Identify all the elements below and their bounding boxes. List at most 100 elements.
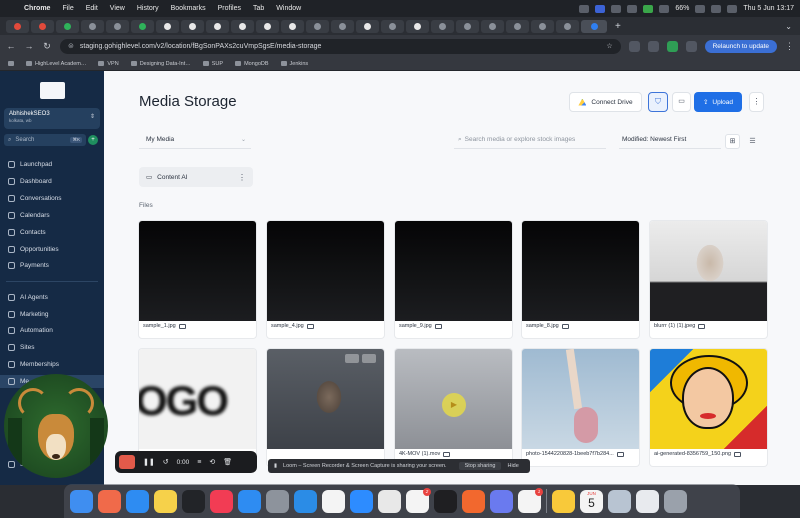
sidebar-search[interactable]: ⌕ Search ⌘K (4, 134, 86, 146)
browser-menu-icon[interactable]: ⋮ (785, 41, 794, 52)
sidebar-item-automation[interactable]: Automation (8, 327, 53, 334)
reminders-icon[interactable]: 1 (518, 487, 543, 513)
new-tab-button[interactable]: + (609, 21, 627, 32)
extension-icon[interactable] (666, 40, 678, 52)
media-file-card[interactable]: sample_1.jpg (139, 221, 256, 338)
media-file-card[interactable]: ai-generated-8356759_150.png (650, 349, 767, 466)
menu-file[interactable]: File (56, 5, 79, 12)
card-menu-icon[interactable] (362, 354, 376, 363)
sidebar-item-ai-agents[interactable]: AI Agents (8, 294, 48, 301)
tray-screen-share-icon[interactable] (595, 4, 606, 13)
browser-tab[interactable] (281, 19, 304, 33)
sidebar-item-launchpad[interactable]: Launchpad (8, 161, 52, 168)
draw-icon[interactable]: ≡ (197, 459, 201, 466)
menu-history[interactable]: History (131, 5, 165, 12)
browser-tab[interactable] (56, 19, 79, 33)
sidebar-item-calendars[interactable]: Calendars (8, 212, 50, 219)
media-source-select[interactable]: My Media ⌄ (139, 134, 251, 149)
trash-icon[interactable] (664, 489, 687, 513)
menubar-clock[interactable]: Thu 5 Jun 13:17 (743, 5, 794, 12)
sort-select[interactable]: Modified: Newest First (619, 134, 721, 149)
chrome-icon[interactable] (378, 489, 401, 513)
notes-icon[interactable] (154, 489, 177, 513)
browser-tab[interactable] (81, 19, 104, 33)
terminal-icon[interactable] (182, 489, 205, 513)
folder-card[interactable]: ▭ Content AI ⋮ (139, 167, 253, 187)
browser-tab[interactable] (481, 19, 504, 33)
media-file-card[interactable]: sample_9.jpg (395, 221, 512, 338)
list-view-toggle[interactable]: ☰ (745, 134, 760, 149)
account-switcher[interactable]: AbhishekSEO3 kolkata, wb ⇕ (4, 108, 100, 129)
browser-tab[interactable] (31, 19, 54, 33)
menu-view[interactable]: View (104, 5, 131, 12)
sidebar-item-opportunities[interactable]: Opportunities (8, 246, 59, 253)
record-stop-button[interactable] (119, 455, 135, 469)
recycle-bin-button[interactable]: ⛉ (648, 92, 668, 112)
menu-window[interactable]: Window (270, 5, 307, 12)
control-center-icon[interactable] (727, 4, 738, 13)
system-settings-icon[interactable] (266, 489, 289, 513)
tray-app-icon[interactable] (643, 4, 654, 13)
profile-avatar-icon[interactable] (685, 40, 697, 52)
browser-tab[interactable] (531, 19, 554, 33)
slack-icon[interactable]: 2 (406, 487, 431, 513)
bookmark-item[interactable]: VPN (98, 61, 119, 67)
media-file-card[interactable]: sample_4.jpg (267, 221, 384, 338)
sidebar-item-contacts[interactable]: Contacts (8, 229, 46, 236)
quick-actions-icon[interactable]: + (88, 135, 98, 145)
site-info-icon[interactable]: ⊜ (68, 42, 74, 50)
media-file-card[interactable]: ▶ 4K-MOV (1).mov (395, 349, 512, 466)
undo-icon[interactable]: ⟲ (209, 458, 215, 466)
bookmark-item[interactable]: SUP (202, 61, 223, 67)
browser-tab[interactable] (256, 19, 279, 33)
menu-chrome[interactable]: Chrome (18, 5, 56, 12)
pen-icon[interactable] (462, 489, 485, 513)
browser-tab[interactable] (406, 19, 429, 33)
wifi-icon[interactable] (711, 4, 722, 13)
hide-button[interactable]: Hide (507, 463, 518, 469)
tips-icon[interactable] (552, 489, 575, 513)
media-search-input[interactable]: ⌕ Search media or explore stock images (454, 134, 606, 149)
upload-button[interactable]: ⇪ Upload (694, 92, 742, 112)
grid-view-toggle[interactable]: ⊞ (725, 134, 740, 149)
video-play-icon[interactable]: ▶ (442, 393, 466, 417)
tray-app-icon[interactable] (611, 4, 622, 13)
settings-gear-icon[interactable] (490, 489, 513, 513)
vscode-icon[interactable] (294, 489, 317, 513)
media-file-card[interactable]: sample_8.jpg (522, 221, 639, 338)
bookmark-apps-grid[interactable] (8, 61, 14, 66)
relaunch-to-update-button[interactable]: Relaunch to update (704, 39, 777, 53)
more-options-button[interactable]: ⋮ (749, 92, 764, 112)
browser-tab[interactable] (181, 19, 204, 33)
sidebar-item-memberships[interactable]: Memberships (8, 361, 59, 368)
sidebar-item-payments[interactable]: Payments (8, 262, 49, 269)
preview-icon[interactable] (345, 354, 359, 363)
address-bar[interactable]: ⊜ staging.gohighlevel.com/v2/location/fB… (60, 38, 621, 54)
cursor-icon[interactable] (434, 489, 457, 513)
browser-tab[interactable] (206, 19, 229, 33)
sidebar-item-conversations[interactable]: Conversations (8, 195, 62, 202)
battery-icon[interactable] (695, 4, 706, 13)
media-file-card[interactable] (267, 349, 384, 466)
preview-icon[interactable] (608, 489, 631, 513)
tab-search-chevron-icon[interactable]: ⌄ (785, 22, 800, 31)
calendar-icon[interactable]: JUN 5 (580, 489, 603, 513)
browser-tab[interactable] (306, 19, 329, 33)
documents-icon[interactable] (636, 489, 659, 513)
menu-tab[interactable]: Tab (247, 5, 270, 12)
tray-app-icon[interactable] (627, 4, 638, 13)
bookmark-item[interactable]: MongoDB (235, 61, 269, 67)
sidebar-item-sites[interactable]: Sites (8, 344, 34, 351)
browser-tab[interactable] (331, 19, 354, 33)
connect-drive-button[interactable]: Connect Drive (569, 92, 642, 112)
media-file-card[interactable]: blurrr (1) (1).jpeg (650, 221, 767, 338)
browser-tab[interactable] (381, 19, 404, 33)
sidebar-item-dashboard[interactable]: Dashboard (8, 178, 52, 185)
safari-icon[interactable] (126, 489, 149, 513)
browser-tab[interactable] (6, 19, 29, 33)
browser-tab[interactable] (106, 19, 129, 33)
browser-tab[interactable] (506, 19, 529, 33)
bookmark-star-icon[interactable]: ☆ (606, 42, 612, 50)
bookmark-item[interactable]: Designing Data-Int… (130, 61, 191, 67)
tray-app-icon[interactable] (659, 4, 670, 13)
